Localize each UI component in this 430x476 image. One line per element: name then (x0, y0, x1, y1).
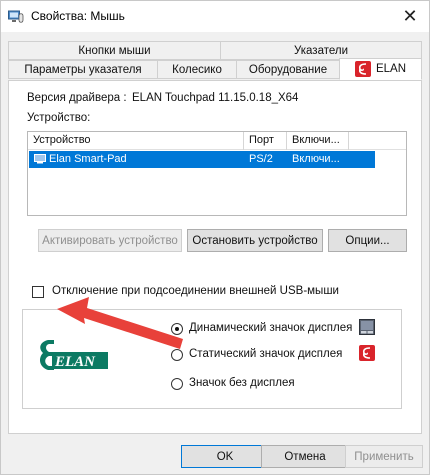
tab-wheel[interactable]: Колесико (157, 60, 237, 79)
touchpad-device-icon (34, 154, 46, 164)
elan-tab-icon (354, 61, 371, 77)
static-display-icon-radio[interactable] (171, 349, 183, 361)
tab-mouse-buttons[interactable]: Кнопки мыши (8, 41, 221, 60)
disable-on-usb-mouse-checkbox[interactable] (32, 286, 44, 298)
elan-tray-icon (359, 345, 375, 361)
no-display-icon-label[interactable]: Значок без дисплея (189, 377, 295, 389)
static-display-icon-label[interactable]: Статический значок дисплея (189, 348, 342, 360)
close-icon: ✕ (402, 5, 418, 26)
cancel-button[interactable]: Отмена (261, 445, 349, 468)
mouse-properties-window: Свойства: Мышь ✕ Кнопки мыши Указатели П… (0, 0, 430, 475)
tab-hardware[interactable]: Оборудование (236, 60, 340, 79)
column-divider[interactable] (286, 132, 287, 150)
device-name-cell: Elan Smart-Pad (49, 153, 127, 165)
list-item[interactable]: Elan Smart-Pad PS/2 Включи... (29, 151, 375, 168)
activate-device-button[interactable]: Активировать устройство (38, 229, 182, 252)
elan-logo: ELAN (34, 330, 110, 387)
apply-button[interactable]: Применить (345, 445, 423, 468)
elan-logo-text: ELAN (54, 354, 96, 370)
window-title: Свойства: Мышь (31, 9, 125, 23)
device-list-header: Устройство Порт Включи... (28, 132, 406, 150)
column-header-enabled[interactable]: Включи... (292, 134, 340, 146)
tab-elan[interactable]: ELAN (339, 58, 422, 80)
dynamic-display-icon-label[interactable]: Динамический значок дисплея (189, 322, 352, 334)
title-bar: Свойства: Мышь ✕ (1, 1, 429, 32)
no-display-icon-radio[interactable] (171, 378, 183, 390)
devices-label: Устройство: (27, 112, 91, 124)
device-enabled-cell: Включи... (292, 153, 340, 165)
column-header-port[interactable]: Порт (249, 134, 274, 146)
options-button[interactable]: Опции... (328, 229, 407, 252)
driver-version-value: ELAN Touchpad 11.15.0.18_X64 (132, 92, 299, 104)
driver-version-label: Версия драйвера : (27, 92, 127, 104)
disable-on-usb-mouse-label[interactable]: Отключение при подсоединении внешней USB… (52, 285, 339, 297)
close-button[interactable]: ✕ (395, 3, 425, 29)
ok-button[interactable]: OK (181, 445, 269, 468)
device-list[interactable]: Устройство Порт Включи... Elan Smart-Pad… (27, 131, 407, 216)
mouse-settings-icon (8, 10, 24, 23)
column-header-device[interactable]: Устройство (33, 134, 91, 146)
device-port-cell: PS/2 (249, 153, 273, 165)
column-divider[interactable] (243, 132, 244, 150)
tab-pointer-options[interactable]: Параметры указателя (8, 60, 158, 79)
stop-device-button[interactable]: Остановить устройство (187, 229, 323, 252)
column-divider[interactable] (348, 132, 349, 150)
touchpad-icon (359, 319, 375, 335)
dynamic-display-icon-radio[interactable] (171, 323, 183, 335)
